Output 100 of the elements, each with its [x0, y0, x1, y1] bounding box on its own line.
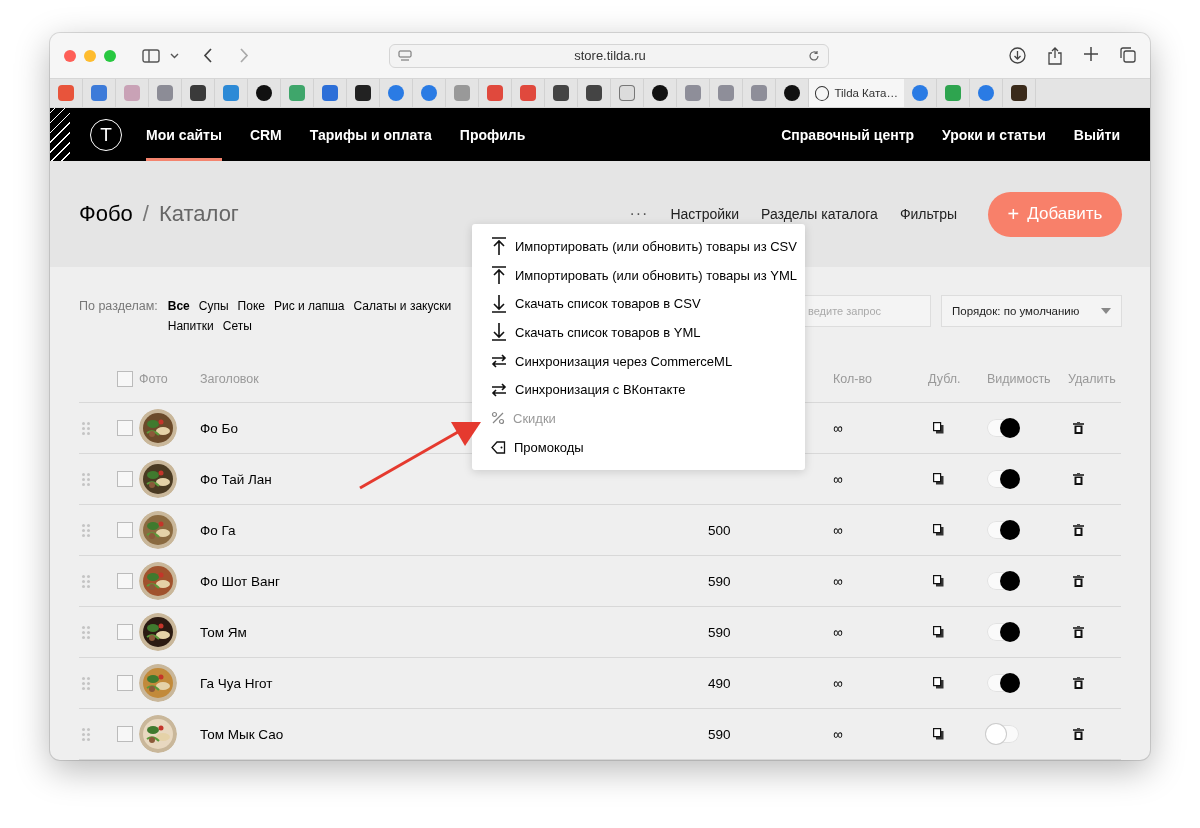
site-icon	[751, 85, 767, 101]
menu-item[interactable]: Синхронизация через CommerceML	[472, 346, 805, 376]
section-filter[interactable]: Салаты и закуски	[353, 298, 452, 313]
delete-icon[interactable]	[1073, 422, 1084, 434]
visibility-toggle[interactable]	[987, 674, 1019, 692]
price-cell: 490	[708, 675, 731, 691]
delete-icon[interactable]	[1073, 677, 1084, 689]
checkbox[interactable]	[117, 624, 133, 640]
visibility-toggle[interactable]	[987, 419, 1019, 437]
drag-handle-icon[interactable]	[82, 727, 90, 741]
sync-icon	[491, 354, 507, 369]
reload-icon[interactable]	[808, 49, 820, 62]
visibility-toggle[interactable]	[987, 623, 1019, 641]
breadcrumb-separator: /	[142, 201, 149, 228]
checkbox[interactable]	[117, 675, 133, 691]
section-filter[interactable]: Поке	[237, 298, 265, 313]
site-icon	[912, 85, 928, 101]
duplicate-icon[interactable]	[933, 677, 944, 689]
section-filter[interactable]: Супы	[198, 298, 229, 313]
checkbox[interactable]	[117, 371, 133, 387]
nav-link[interactable]: Тарифы и оплата	[309, 108, 432, 162]
visibility-toggle[interactable]	[987, 572, 1019, 590]
section-filter[interactable]: Рис и лапша	[273, 298, 345, 313]
visibility-toggle[interactable]	[987, 470, 1019, 488]
site-icon	[945, 85, 961, 101]
delete-icon[interactable]	[1073, 473, 1084, 485]
more-menu-button[interactable]: ···	[629, 205, 649, 224]
duplicate-icon[interactable]	[933, 473, 944, 485]
visibility-toggle[interactable]	[987, 521, 1019, 539]
forward-icon[interactable]	[240, 48, 249, 63]
site-icon	[124, 85, 140, 101]
site-icon	[289, 85, 305, 101]
menu-item[interactable]: Промокоды	[472, 432, 805, 462]
checkbox[interactable]	[117, 420, 133, 436]
drag-handle-icon[interactable]	[82, 625, 90, 639]
product-title[interactable]: Фо Га	[200, 522, 236, 538]
product-title[interactable]: Га Чуа Нгот	[200, 675, 273, 691]
site-icon	[256, 85, 272, 101]
site-icon	[619, 85, 635, 101]
drag-handle-icon[interactable]	[82, 574, 90, 588]
quantity-cell: ∞	[833, 471, 843, 487]
section-filter[interactable]: Все	[167, 298, 190, 313]
price-cell: 590	[708, 624, 731, 640]
drag-handle-icon[interactable]	[82, 421, 90, 435]
product-title[interactable]: Фо Бо	[200, 420, 238, 436]
product-title[interactable]: Фо Шот Ванг	[200, 573, 280, 589]
duplicate-icon[interactable]	[933, 422, 944, 434]
upload-icon	[491, 266, 507, 285]
section-filter[interactable]: Напитки	[167, 318, 214, 333]
visibility-toggle[interactable]	[987, 725, 1019, 743]
delete-icon[interactable]	[1073, 575, 1084, 587]
duplicate-icon[interactable]	[933, 728, 944, 740]
filter-label: По разделам:	[79, 298, 158, 315]
column-header: Удалить	[1068, 372, 1117, 386]
back-icon[interactable]	[203, 48, 212, 63]
menu-item[interactable]: Импортировать (или обновить) товары из YML	[472, 260, 805, 290]
share-icon[interactable]	[1048, 46, 1062, 65]
delete-icon[interactable]	[1073, 626, 1084, 638]
project-name[interactable]: Фобо	[79, 201, 133, 228]
site-icon	[652, 85, 668, 101]
nav-link[interactable]: Выйти	[1073, 108, 1120, 162]
checkbox[interactable]	[117, 471, 133, 487]
tabs-overview-icon[interactable]	[1120, 46, 1136, 63]
window-controls[interactable]	[64, 49, 116, 62]
sort-dropdown[interactable]: Порядок: по умолчанию	[941, 294, 1122, 327]
site-icon	[355, 85, 371, 101]
browser-tab[interactable]: Tilda Ката…	[809, 79, 904, 107]
drag-handle-icon[interactable]	[82, 472, 90, 486]
drag-handle-icon[interactable]	[82, 676, 90, 690]
checkbox[interactable]	[117, 522, 133, 538]
price-cell: 590	[708, 726, 731, 742]
new-tab-icon[interactable]	[1084, 46, 1098, 61]
delete-icon[interactable]	[1073, 524, 1084, 536]
menu-item[interactable]: Синхронизация с ВКонтакте	[472, 375, 805, 405]
duplicate-icon[interactable]	[933, 626, 944, 638]
product-title[interactable]: Том Мык Сао	[200, 726, 284, 742]
chevron-down-icon[interactable]	[170, 52, 179, 59]
duplicate-icon[interactable]	[933, 575, 944, 587]
delete-icon[interactable]	[1073, 728, 1084, 740]
menu-item[interactable]: Импортировать (или обновить) товары из CSV	[472, 232, 805, 261]
nav-link[interactable]: Справочный центр	[781, 108, 915, 162]
nav-link[interactable]: CRM	[249, 108, 282, 162]
quantity-cell: ∞	[833, 522, 843, 538]
checkbox[interactable]	[117, 573, 133, 589]
product-title[interactable]: Фо Тай Лан	[200, 471, 272, 487]
duplicate-icon[interactable]	[933, 524, 944, 536]
nav-link[interactable]: Профиль	[459, 108, 526, 162]
checkbox[interactable]	[117, 726, 133, 742]
download-icon[interactable]	[1009, 46, 1026, 64]
address-bar[interactable]: store.tilda.ru	[389, 43, 829, 68]
column-header: Заголовок	[200, 372, 260, 386]
toolbar-link[interactable]: Разделы каталога	[761, 206, 878, 223]
section-filter[interactable]: Сеты	[222, 318, 252, 333]
sidebar-icon[interactable]	[142, 48, 160, 63]
drag-handle-icon[interactable]	[82, 523, 90, 537]
toolbar-link[interactable]: Настройки	[670, 206, 740, 223]
product-title[interactable]: Том Ям	[200, 624, 247, 640]
download-icon	[491, 294, 507, 313]
nav-link[interactable]: Уроки и статьи	[942, 108, 1046, 162]
toolbar-link[interactable]: Фильтры	[899, 206, 957, 223]
